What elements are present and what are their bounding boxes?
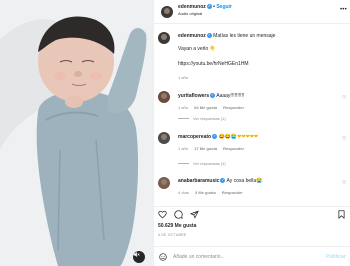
comment-username[interactable]: marcopereato: [178, 134, 211, 140]
comment-meta: 1 año 94 Me gusta Responder: [178, 105, 249, 110]
reply-button[interactable]: Responder: [223, 146, 244, 151]
add-comment-bar: Publicar: [154, 246, 350, 266]
verified-icon: ✓: [220, 178, 226, 184]
speaker-muted-icon: [133, 252, 140, 257]
comment-likes[interactable]: 17 Me gusta: [194, 146, 217, 151]
reply-button[interactable]: Responder: [222, 190, 243, 195]
comment-likes[interactable]: 94 Me gusta: [194, 105, 217, 110]
comment-avatar[interactable]: [158, 91, 170, 103]
action-bar: [154, 206, 350, 220]
caption-line2: Vayan a verlo 👇: [178, 46, 216, 52]
audio-label[interactable]: Audio original: [178, 11, 202, 16]
comment-body: anabarbaramusic ✓ Ay cosa bella😭: [178, 178, 262, 185]
bookmark-icon[interactable]: [337, 210, 346, 219]
view-replies-button[interactable]: Ver respuestas (1): [178, 116, 226, 121]
comment-input[interactable]: [173, 252, 313, 262]
view-replies-button[interactable]: Ver respuestas (1): [178, 161, 226, 166]
comment-username[interactable]: anabarbaramusic: [178, 178, 219, 184]
comment-avatar[interactable]: [158, 177, 170, 189]
verified-icon: ✓: [206, 4, 212, 10]
comment-icon[interactable]: [174, 210, 183, 219]
reply-button[interactable]: Responder: [223, 105, 244, 110]
caption-avatar[interactable]: [158, 32, 170, 44]
comment-text: Aaaay!!!!!!!!!!: [216, 93, 245, 99]
verified-icon: ✓: [212, 134, 218, 140]
sound-toggle-button[interactable]: [133, 251, 145, 263]
comment-like-heart-icon[interactable]: ♡: [342, 136, 346, 142]
smiley-icon[interactable]: [159, 253, 167, 261]
comment-time[interactable]: 1 año: [178, 105, 188, 110]
verified-icon: ✓: [206, 33, 212, 39]
comment-time[interactable]: 1 año: [178, 146, 188, 151]
verified-icon: ✓: [210, 93, 216, 99]
caption-text: Matías les tiene un mensaje: [213, 33, 276, 39]
comment-like-heart-icon[interactable]: ♡: [342, 95, 346, 101]
post-header: edenmunoz ✓ • Seguir Audio original •••: [154, 0, 350, 24]
comment-text: Ay cosa bella😭: [226, 178, 263, 184]
follow-button[interactable]: Seguir: [216, 4, 232, 10]
more-options-icon[interactable]: •••: [340, 7, 347, 13]
comment-text: 😂😂😭❤❤❤❤❤: [218, 134, 259, 140]
caption-username[interactable]: edenmunoz: [178, 33, 206, 39]
comment-meta: 4 días 3 Me gusta Responder: [178, 190, 248, 195]
paper-plane-icon[interactable]: [190, 210, 199, 219]
comment-username[interactable]: yuritaflowers: [178, 93, 209, 99]
author-line: edenmunoz ✓ • Seguir: [178, 4, 232, 10]
comment-avatar[interactable]: [158, 132, 170, 144]
post-media[interactable]: [0, 0, 153, 266]
comments-list: edenmunoz ✓ Matías les tiene un mensaje V…: [154, 25, 350, 205]
separator: •: [213, 4, 215, 10]
likes-count[interactable]: 50.629 Me gusta: [158, 223, 196, 229]
comment-likes[interactable]: 3 Me gusta: [195, 190, 216, 195]
author-avatar[interactable]: [161, 6, 173, 18]
post-date[interactable]: 4 DE OCTUBRE: [158, 233, 186, 237]
caption-line1: edenmunoz ✓ Matías les tiene un mensaje: [178, 33, 275, 40]
caption-time[interactable]: 1 año: [178, 75, 188, 80]
heart-icon[interactable]: [158, 210, 167, 219]
author-username[interactable]: edenmunoz: [178, 4, 206, 10]
comment-body: yuritaflowers ✓ Aaaay!!!!!!!!!!: [178, 93, 244, 100]
comment-like-heart-icon[interactable]: ♡: [342, 180, 346, 186]
post-side-panel: edenmunoz ✓ • Seguir Audio original ••• e…: [153, 0, 350, 266]
publish-button[interactable]: Publicar: [326, 254, 346, 260]
caption-link[interactable]: https://youtu.be/hrNeHGEn1HM: [178, 61, 249, 68]
comment-meta: 1 año 17 Me gusta Responder: [178, 146, 249, 151]
baby-photo-illustration: [0, 0, 153, 266]
comment-body: marcopereato ✓ 😂😂😭❤❤❤❤❤: [178, 134, 258, 141]
comment-time[interactable]: 4 días: [178, 190, 189, 195]
